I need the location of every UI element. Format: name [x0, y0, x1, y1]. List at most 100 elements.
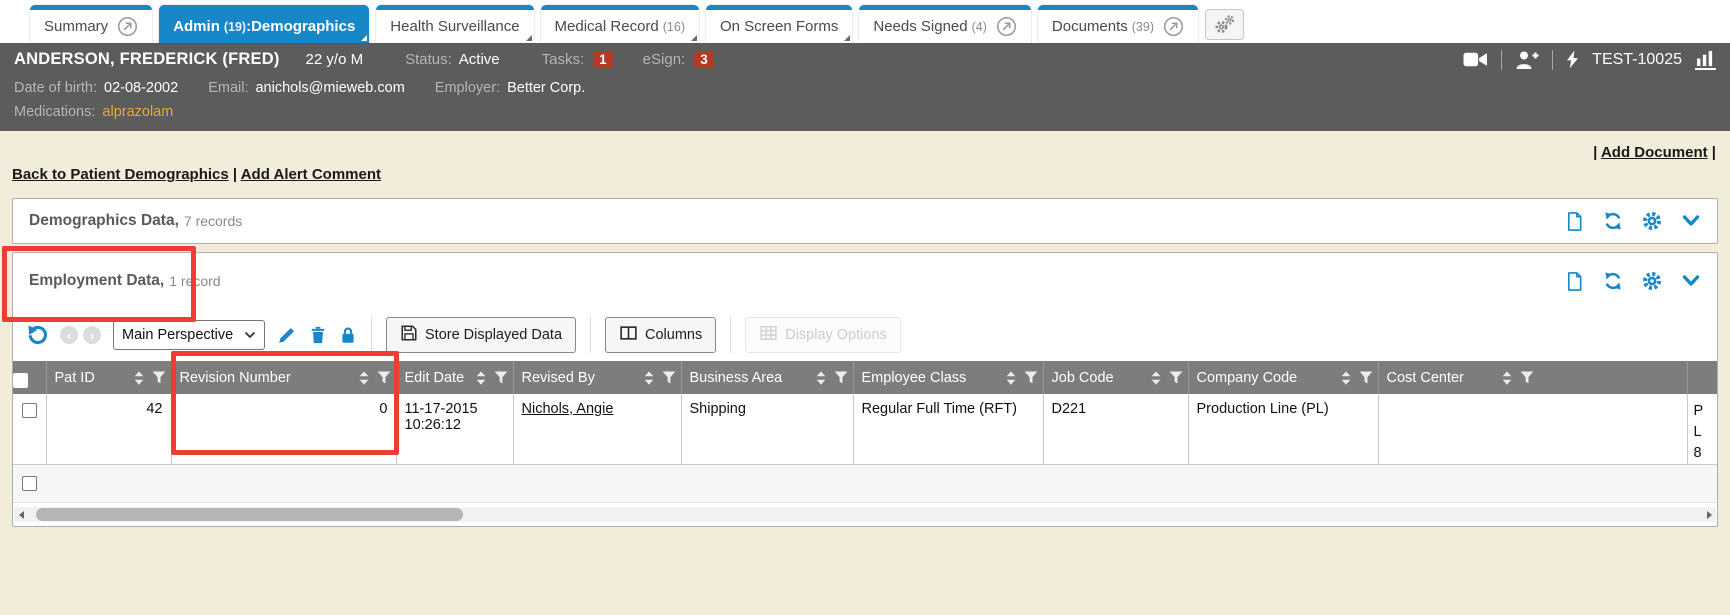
tab-needs-signed[interactable]: Needs Signed(4) — [859, 5, 1031, 43]
panel-record-count: 7 records — [184, 213, 242, 229]
document-icon[interactable] — [1565, 211, 1584, 232]
column-header-revised-by[interactable]: Revised By — [513, 361, 681, 394]
column-header-business-area[interactable]: Business Area — [681, 361, 853, 394]
tab-label: Admin — [173, 18, 220, 35]
document-icon[interactable] — [1565, 271, 1584, 292]
row-checkbox-cell[interactable] — [13, 394, 46, 465]
dob-label: Date of birth: — [14, 80, 97, 96]
employment-data-panel: Employment Data, 1 record — [12, 252, 1718, 527]
dropdown-fold-icon — [526, 35, 532, 41]
sort-icon[interactable] — [1004, 369, 1018, 387]
grid-toolbar: ‹ › Main Perspective Store Displayed Dat… — [13, 309, 1717, 361]
scroll-right-arrow[interactable] — [1702, 507, 1716, 522]
perspective-selected-value: Main Perspective — [122, 327, 233, 343]
filter-icon[interactable] — [833, 369, 849, 386]
display-options-button: Display Options — [745, 317, 901, 353]
column-header-company-code[interactable]: Company Code — [1188, 361, 1378, 394]
tab-label: Medical Record — [555, 18, 659, 35]
sort-icon[interactable] — [474, 369, 488, 387]
tab-summary[interactable]: Summary — [30, 5, 152, 43]
filter-icon[interactable] — [376, 369, 392, 386]
tab-documents[interactable]: Documents(39) — [1038, 5, 1198, 43]
filter-icon[interactable] — [1519, 369, 1535, 386]
table-row[interactable]: 42 0 11-17-2015 10:26:12 Nichols, Angie … — [13, 394, 1717, 465]
column-header-clipped — [1687, 361, 1717, 394]
popout-icon[interactable] — [1163, 16, 1184, 37]
refresh-icon[interactable] — [1603, 271, 1623, 291]
status-value: Active — [459, 51, 500, 68]
scrollbar-track[interactable] — [28, 507, 1702, 522]
scrollbar-thumb[interactable] — [36, 508, 463, 521]
filter-icon[interactable] — [493, 369, 509, 386]
table-header-row: Pat ID Revision Number Edit Date — [13, 361, 1717, 394]
column-header-cost-center[interactable]: Cost Center — [1378, 361, 1687, 394]
refresh-icon[interactable] — [1603, 211, 1623, 231]
button-label: Store Displayed Data — [425, 327, 562, 343]
pipe: | — [1712, 144, 1716, 161]
flowsheet-chart-icon[interactable] — [1695, 50, 1716, 70]
select-all-checkbox[interactable] — [13, 373, 28, 388]
sort-icon[interactable] — [1339, 369, 1353, 387]
column-header-pat-id[interactable]: Pat ID — [46, 361, 171, 394]
column-header-revision-number[interactable]: Revision Number — [171, 361, 396, 394]
sort-icon[interactable] — [132, 369, 146, 387]
add-person-icon[interactable] — [1515, 50, 1539, 70]
store-displayed-data-button[interactable]: Store Displayed Data — [386, 317, 576, 353]
status-label: Status: — [405, 51, 452, 68]
column-header-employee-class[interactable]: Employee Class — [853, 361, 1043, 394]
perspective-select[interactable]: Main Perspective — [113, 320, 265, 350]
gear-icon[interactable] — [1642, 271, 1662, 291]
panel-record-count: 1 record — [169, 273, 220, 289]
popout-icon[interactable] — [117, 16, 138, 37]
filter-icon[interactable] — [661, 369, 677, 386]
tab-health-surveillance[interactable]: Health Surveillance — [376, 5, 533, 43]
column-header-job-code[interactable]: Job Code — [1043, 361, 1188, 394]
dob-value: 02-08-2002 — [104, 80, 178, 96]
gear-icon[interactable] — [1642, 211, 1662, 231]
add-document-link[interactable]: Add Document — [1601, 144, 1708, 161]
column-label: Company Code — [1197, 370, 1334, 386]
edit-pencil-icon[interactable] — [277, 325, 297, 345]
sort-icon[interactable] — [1149, 369, 1163, 387]
column-header-edit-date[interactable]: Edit Date — [396, 361, 513, 394]
video-camera-icon[interactable] — [1463, 51, 1488, 68]
add-alert-comment-link[interactable]: Add Alert Comment — [241, 166, 381, 183]
medications-value[interactable]: alprazolam — [102, 104, 173, 120]
add-document-row: | Add Document | — [0, 144, 1716, 163]
popout-icon[interactable] — [996, 16, 1017, 37]
next-perspective-button[interactable]: › — [83, 326, 101, 344]
select-all-checkbox-cell[interactable] — [13, 361, 46, 394]
columns-button[interactable]: Columns — [605, 317, 716, 353]
horizontal-scrollbar[interactable] — [14, 507, 1716, 522]
filter-icon[interactable] — [1168, 369, 1184, 386]
revised-by-link[interactable]: Nichols, Angie — [522, 401, 614, 417]
tab-on-screen-forms[interactable]: On Screen Forms — [706, 5, 852, 43]
tab-settings-button[interactable] — [1205, 9, 1244, 40]
delete-trash-icon[interactable] — [309, 325, 327, 345]
sort-icon[interactable] — [1500, 369, 1514, 387]
prev-perspective-button[interactable]: ‹ — [60, 326, 78, 344]
column-label: Pat ID — [55, 370, 127, 386]
lock-icon[interactable] — [339, 325, 357, 345]
filter-icon[interactable] — [151, 369, 167, 386]
tab-admin-demographics[interactable]: Admin(19):Demographics — [159, 5, 369, 43]
save-floppy-icon — [400, 324, 418, 346]
scroll-left-arrow[interactable] — [14, 507, 28, 522]
sort-icon[interactable] — [814, 369, 828, 387]
footer-checkbox[interactable] — [22, 476, 37, 491]
back-to-demographics-link[interactable]: Back to Patient Demographics — [12, 166, 229, 183]
tab-bar: Summary Admin(19):Demographics Health Su… — [0, 0, 1730, 43]
tab-medical-record[interactable]: Medical Record(16) — [541, 5, 699, 43]
collapse-chevron-icon[interactable] — [1681, 273, 1701, 290]
esign-badge[interactable]: 3 — [694, 51, 714, 68]
filter-icon[interactable] — [1023, 369, 1039, 386]
tasks-badge[interactable]: 1 — [593, 51, 613, 68]
lightning-icon[interactable] — [1566, 50, 1579, 69]
email-value: anichols@mieweb.com — [255, 80, 404, 96]
sort-icon[interactable] — [357, 369, 371, 387]
collapse-chevron-icon[interactable] — [1681, 213, 1701, 230]
row-checkbox[interactable] — [22, 403, 37, 418]
undo-icon[interactable] — [25, 324, 48, 347]
sort-icon[interactable] — [642, 369, 656, 387]
filter-icon[interactable] — [1358, 369, 1374, 386]
